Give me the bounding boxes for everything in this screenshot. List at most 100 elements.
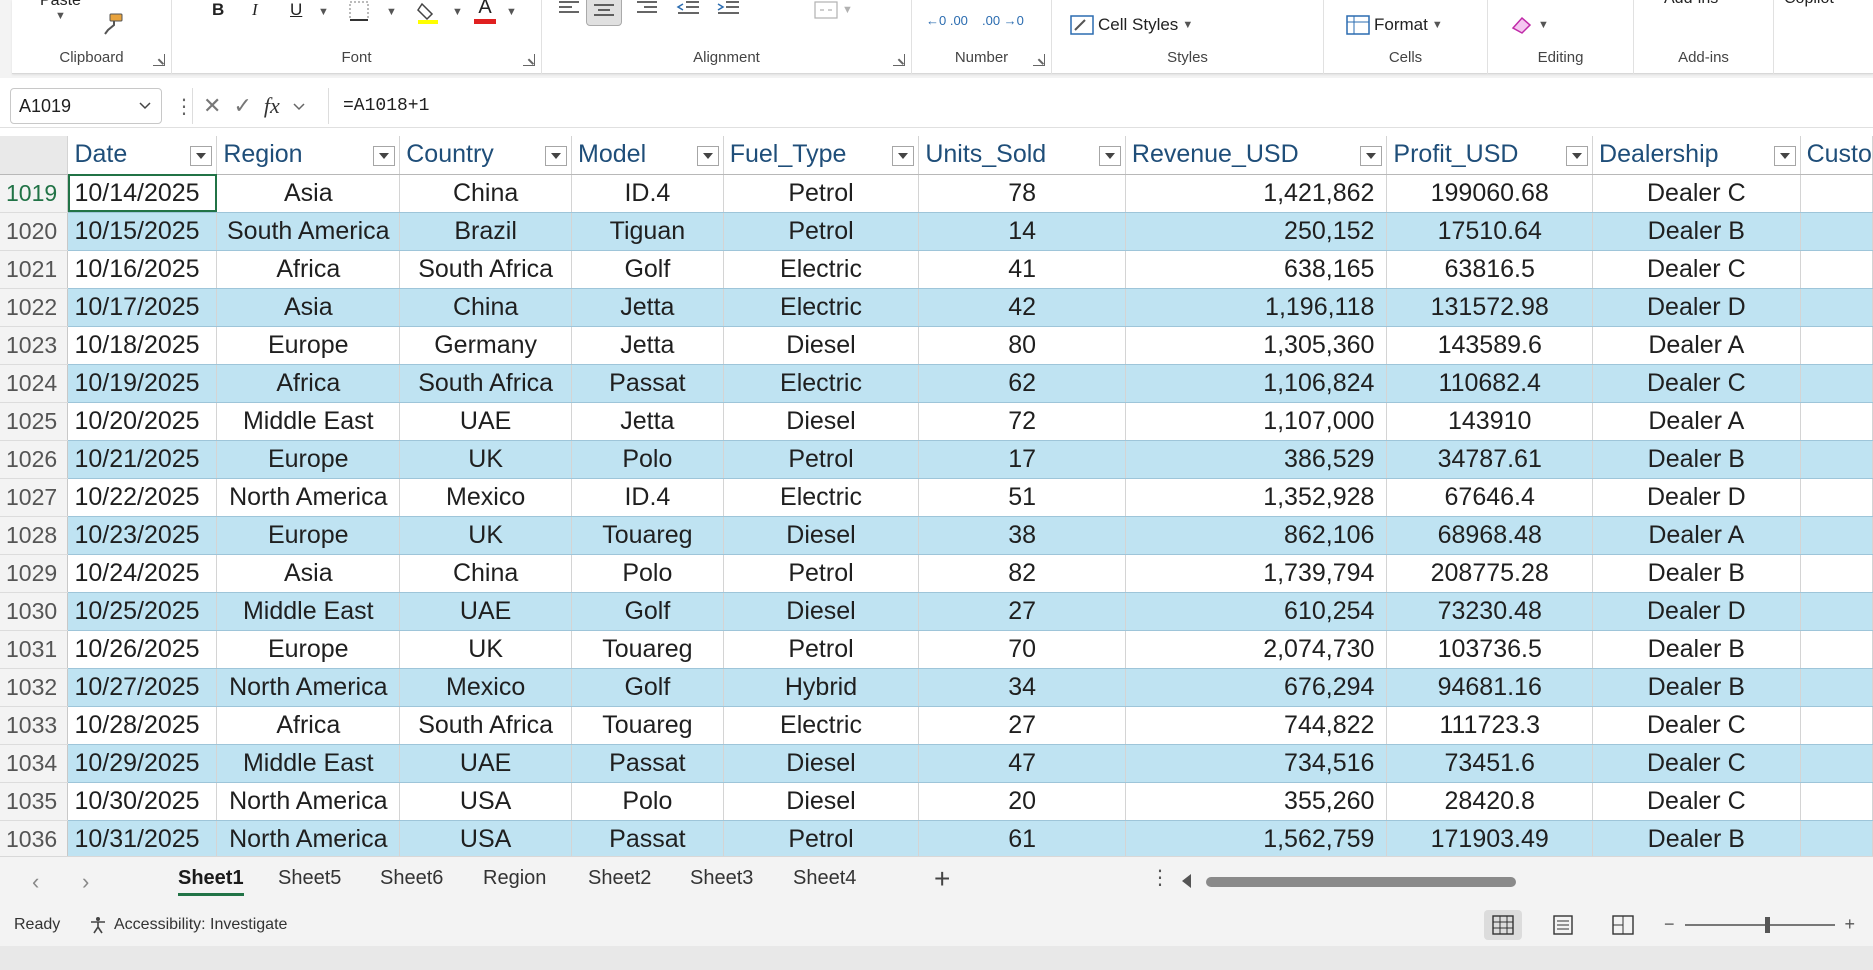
- cell[interactable]: Diesel: [723, 402, 920, 441]
- cell[interactable]: 42: [918, 288, 1126, 327]
- row-header[interactable]: 1032: [0, 668, 69, 707]
- column-header[interactable]: Region: [216, 136, 401, 175]
- bold-button[interactable]: B: [212, 0, 224, 20]
- cell[interactable]: Dealer C: [1592, 744, 1801, 783]
- align-center-button[interactable]: [586, 0, 622, 26]
- cell[interactable]: 34: [918, 668, 1126, 707]
- cell[interactable]: UAE: [399, 744, 573, 783]
- cell[interactable]: [1800, 288, 1873, 327]
- cell[interactable]: Dealer B: [1592, 630, 1801, 669]
- cell[interactable]: [1800, 820, 1873, 856]
- cell[interactable]: 103736.5: [1386, 630, 1594, 669]
- more-options-icon[interactable]: ⋮: [174, 94, 194, 119]
- cell[interactable]: Dealer D: [1592, 592, 1801, 631]
- cell[interactable]: Polo: [571, 440, 724, 479]
- cell[interactable]: 10/31/2025: [67, 820, 218, 856]
- cell[interactable]: Petrol: [723, 820, 920, 856]
- cell[interactable]: Dealer C: [1592, 782, 1801, 821]
- cell[interactable]: Diesel: [723, 744, 920, 783]
- cell[interactable]: 38: [918, 516, 1126, 555]
- filter-dropdown-icon[interactable]: [696, 146, 719, 166]
- cell[interactable]: Diesel: [723, 516, 920, 555]
- format-button[interactable]: Format ▼: [1346, 14, 1443, 36]
- cell[interactable]: Europe: [216, 516, 401, 555]
- chevron-right-icon[interactable]: ›: [82, 869, 89, 895]
- cell[interactable]: [1800, 782, 1873, 821]
- sheet-tab[interactable]: Sheet4: [793, 867, 856, 890]
- cell[interactable]: 47: [918, 744, 1126, 783]
- cell[interactable]: [1800, 174, 1873, 213]
- cell[interactable]: Petrol: [723, 554, 920, 593]
- filter-dropdown-icon[interactable]: [1566, 146, 1589, 166]
- row-header[interactable]: 1034: [0, 744, 69, 783]
- cell[interactable]: 73230.48: [1386, 592, 1594, 631]
- cell[interactable]: Dealer A: [1592, 516, 1801, 555]
- row-header[interactable]: 1028: [0, 516, 69, 555]
- cell[interactable]: 14: [918, 212, 1126, 251]
- cell[interactable]: Jetta: [571, 326, 724, 365]
- page-layout-view-button[interactable]: [1544, 910, 1582, 940]
- cell[interactable]: [1800, 212, 1873, 251]
- cell[interactable]: UK: [399, 516, 573, 555]
- sheet-tab[interactable]: Region: [483, 867, 546, 890]
- cell[interactable]: 10/25/2025: [67, 592, 218, 631]
- cell[interactable]: 676,294: [1125, 668, 1388, 707]
- clipboard-launcher-icon[interactable]: [153, 54, 165, 66]
- column-header[interactable]: Profit_USD: [1386, 136, 1594, 175]
- cell[interactable]: Dealer C: [1592, 174, 1801, 213]
- row-header[interactable]: 1030: [0, 592, 69, 631]
- cell[interactable]: Passat: [571, 820, 724, 856]
- cell[interactable]: USA: [399, 782, 573, 821]
- decrease-indent-button[interactable]: [676, 0, 700, 18]
- cell[interactable]: USA: [399, 820, 573, 856]
- format-painter-button[interactable]: [100, 12, 124, 36]
- cell[interactable]: 70: [918, 630, 1126, 669]
- cell[interactable]: [1800, 516, 1873, 555]
- cell[interactable]: Petrol: [723, 440, 920, 479]
- cell[interactable]: Electric: [723, 478, 920, 517]
- column-header[interactable]: Date: [67, 136, 218, 175]
- formula-input[interactable]: =A1018+1: [328, 88, 1873, 124]
- cell[interactable]: 10/19/2025: [67, 364, 218, 403]
- align-right-button[interactable]: [636, 0, 658, 18]
- cell[interactable]: [1800, 744, 1873, 783]
- cell[interactable]: UK: [399, 630, 573, 669]
- normal-view-button[interactable]: [1484, 910, 1522, 940]
- cell[interactable]: 10/20/2025: [67, 402, 218, 441]
- cell[interactable]: Passat: [571, 364, 724, 403]
- add-sheet-button[interactable]: +: [934, 863, 950, 895]
- cell[interactable]: 208775.28: [1386, 554, 1594, 593]
- cell[interactable]: 80: [918, 326, 1126, 365]
- cell[interactable]: Dealer A: [1592, 402, 1801, 441]
- cell[interactable]: Dealer C: [1592, 250, 1801, 289]
- cell[interactable]: Germany: [399, 326, 573, 365]
- cell[interactable]: 638,165: [1125, 250, 1388, 289]
- cell[interactable]: 10/24/2025: [67, 554, 218, 593]
- cell[interactable]: Africa: [216, 706, 401, 745]
- cell[interactable]: 1,305,360: [1125, 326, 1388, 365]
- cell[interactable]: 62: [918, 364, 1126, 403]
- cell[interactable]: 734,516: [1125, 744, 1388, 783]
- cell[interactable]: North America: [216, 782, 401, 821]
- cell[interactable]: 1,562,759: [1125, 820, 1388, 856]
- number-launcher-icon[interactable]: [1033, 54, 1045, 66]
- cell[interactable]: Europe: [216, 440, 401, 479]
- cell[interactable]: China: [399, 554, 573, 593]
- cell[interactable]: South Africa: [399, 706, 573, 745]
- cell[interactable]: Petrol: [723, 174, 920, 213]
- cell[interactable]: ID.4: [571, 174, 724, 213]
- cell[interactable]: ID.4: [571, 478, 724, 517]
- cell[interactable]: 61: [918, 820, 1126, 856]
- cell[interactable]: Asia: [216, 288, 401, 327]
- cell[interactable]: 10/23/2025: [67, 516, 218, 555]
- column-header[interactable]: Dealership: [1592, 136, 1801, 175]
- cell[interactable]: China: [399, 174, 573, 213]
- cell[interactable]: Touareg: [571, 516, 724, 555]
- cell[interactable]: [1800, 668, 1873, 707]
- cell[interactable]: Jetta: [571, 402, 724, 441]
- horizontal-scrollbar[interactable]: [1182, 874, 1873, 888]
- cell[interactable]: Dealer C: [1592, 706, 1801, 745]
- cell[interactable]: 17: [918, 440, 1126, 479]
- cell[interactable]: [1800, 554, 1873, 593]
- cell[interactable]: Touareg: [571, 630, 724, 669]
